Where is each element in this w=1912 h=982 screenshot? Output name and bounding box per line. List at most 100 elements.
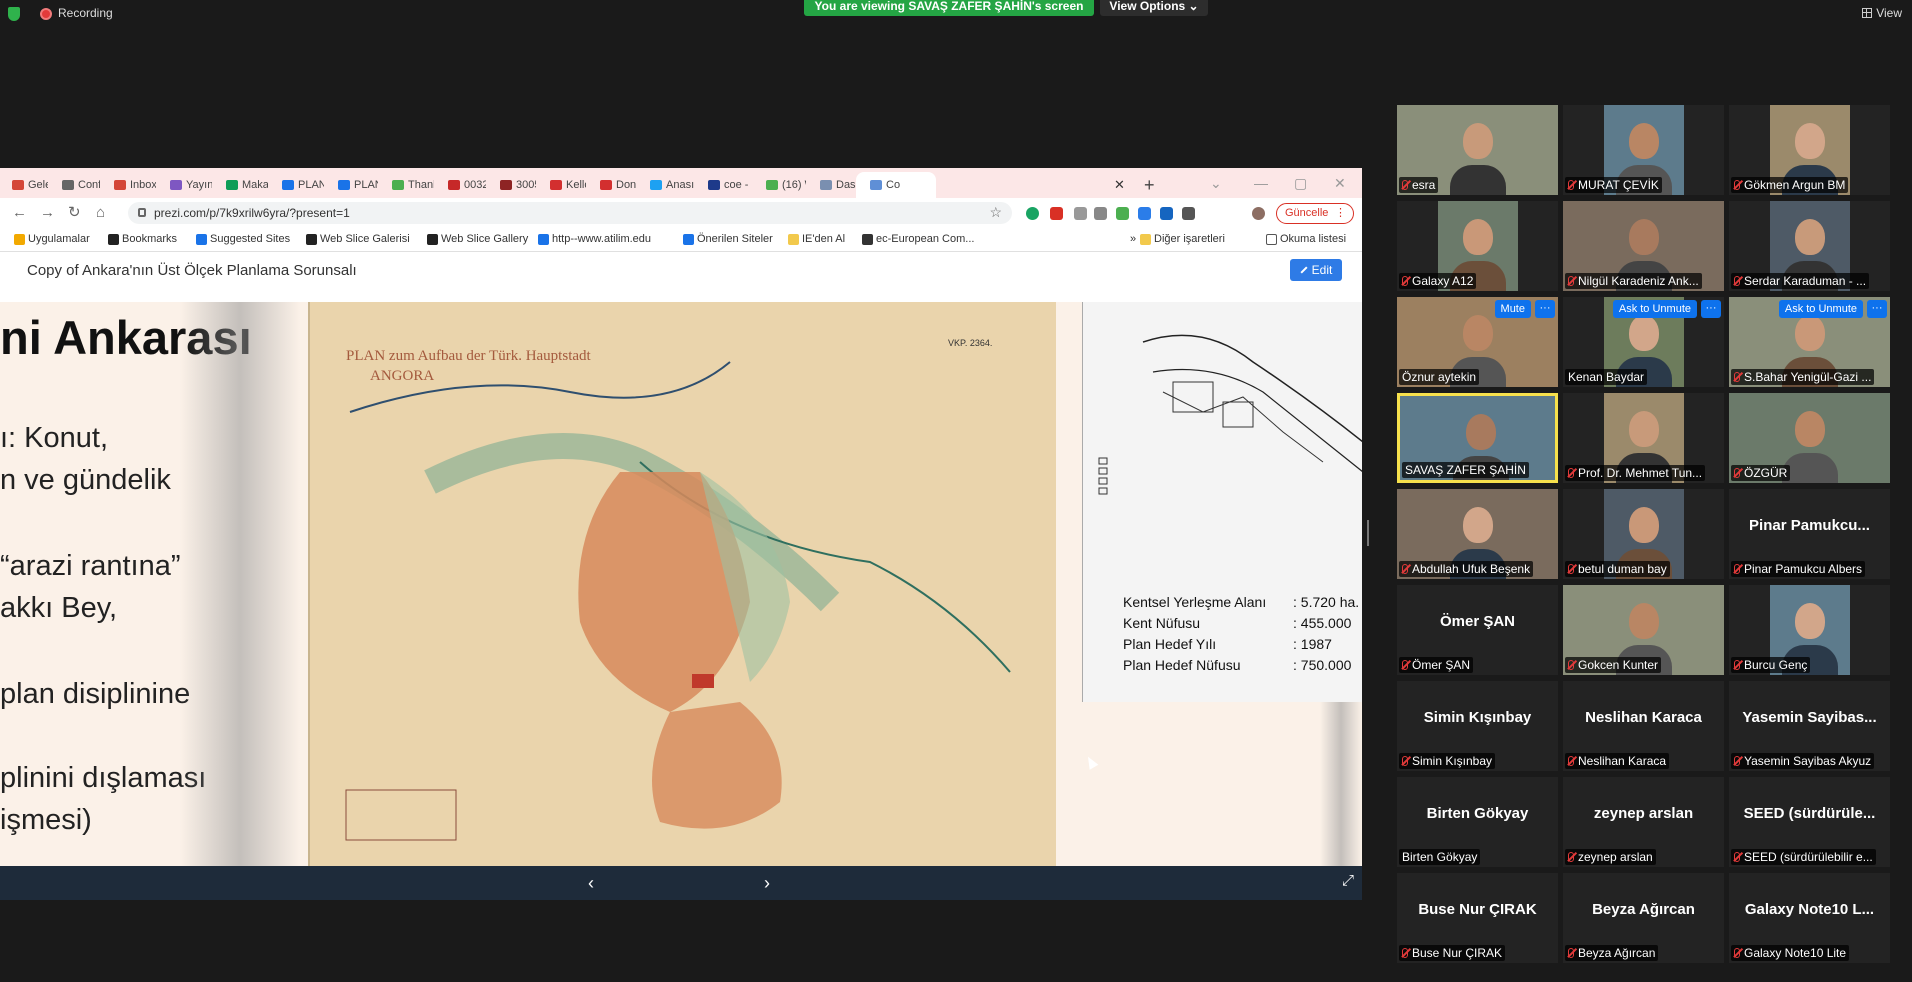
participant-tile[interactable]: Galaxy Note10 L... Galaxy Note10 Lite: [1729, 873, 1890, 963]
participant-tile[interactable]: Simin Kışınbay Simin Kışınbay: [1397, 681, 1558, 771]
next-slide-button[interactable]: ›: [764, 873, 770, 894]
browser-tab[interactable]: (16) W: [752, 172, 806, 198]
browser-tab[interactable]: Gelen: [0, 172, 48, 198]
browser-tab[interactable]: Dashb: [806, 172, 856, 198]
participant-tile[interactable]: MURAT ÇEVİK: [1563, 105, 1724, 195]
shield-icon[interactable]: [8, 7, 20, 21]
participant-name: Beyza Ağırcan: [1578, 946, 1656, 960]
browser-tab[interactable]: Thank: [378, 172, 434, 198]
new-tab-button[interactable]: +: [1144, 172, 1155, 198]
bookmark-item[interactable]: Uygulamalar: [14, 233, 90, 245]
split-view-handle[interactable]: [1367, 520, 1369, 546]
profile-avatar[interactable]: [1252, 207, 1265, 220]
participant-name-label: Ömer ŞAN: [1399, 657, 1474, 673]
participant-tile[interactable]: betul duman bay: [1563, 489, 1724, 579]
participant-tile[interactable]: ÖZGÜR: [1729, 393, 1890, 483]
participant-tile[interactable]: Birten Gökyay Birten Gökyay: [1397, 777, 1558, 867]
home-icon[interactable]: ⌂: [96, 204, 105, 222]
edit-button[interactable]: Edit: [1290, 259, 1342, 281]
bookmark-item[interactable]: Suggested Sites: [196, 233, 290, 245]
reload-icon[interactable]: ↻: [68, 204, 81, 222]
bookmark-item[interactable]: ec-European Com...: [862, 233, 974, 245]
extension-icon[interactable]: [1050, 207, 1063, 220]
bookmark-star-icon[interactable]: ☆: [989, 204, 1002, 221]
participant-tile[interactable]: Pinar Pamukcu... Pinar Pamukcu Albers: [1729, 489, 1890, 579]
browser-tab[interactable]: coe -: [694, 172, 752, 198]
bookmark-item[interactable]: Bookmarks: [108, 233, 177, 245]
view-layout-button[interactable]: View: [1862, 6, 1902, 20]
browser-tab[interactable]: Don't: [586, 172, 636, 198]
browser-tab[interactable]: PLAN: [268, 172, 324, 198]
browser-tab[interactable]: 3005: [486, 172, 536, 198]
puzzle-icon[interactable]: [1182, 207, 1195, 220]
cloud-icon[interactable]: [1138, 207, 1151, 220]
url-field[interactable]: prezi.com/p/7k9xrilw6yra/?present=1 ☆: [128, 202, 1012, 224]
tab-search-icon[interactable]: ⌄: [1210, 172, 1222, 194]
bookmark-item[interactable]: http--www.atilim.edu: [538, 233, 651, 245]
more-options-icon[interactable]: ···: [1535, 300, 1555, 318]
participant-tile[interactable]: SEED (sürdürüle... SEED (sürdürülebilir e…: [1729, 777, 1890, 867]
browser-tab[interactable]: Inbox: [100, 172, 156, 198]
participant-tile[interactable]: Prof. Dr. Mehmet Tun...: [1563, 393, 1724, 483]
mute-button[interactable]: Mute: [1494, 300, 1531, 318]
participant-tile[interactable]: esra: [1397, 105, 1558, 195]
more-options-icon[interactable]: ···: [1701, 300, 1721, 318]
bookmark-item[interactable]: IE'den Al: [788, 233, 845, 245]
view-options-button[interactable]: View Options ⌄: [1100, 0, 1208, 16]
browser-tab[interactable]: 00323: [434, 172, 486, 198]
participant-tile[interactable]: Yasemin Sayibas... Yasemin Sayibas Akyuz: [1729, 681, 1890, 771]
participant-name: Yasemin Sayibas Akyuz: [1744, 754, 1872, 768]
close-window-icon[interactable]: ✕: [1334, 172, 1346, 194]
update-button[interactable]: Güncelle ⋮: [1276, 203, 1354, 224]
recording-label[interactable]: Recording: [58, 6, 113, 20]
fullscreen-icon[interactable]: ⤢: [1342, 872, 1354, 889]
bookmark-item[interactable]: Web Slice Galerisi: [306, 233, 410, 245]
participant-tile[interactable]: Beyza Ağırcan Beyza Ağırcan: [1563, 873, 1724, 963]
participant-tile[interactable]: SAVAŞ ZAFER ŞAHİN: [1397, 393, 1558, 483]
participant-tile[interactable]: S.Bahar Yenigül-Gazi ... Ask to Unmute ···: [1729, 297, 1890, 387]
reading-list[interactable]: Okuma listesi: [1266, 233, 1346, 245]
participant-tile[interactable]: Nilgül Karadeniz Ank...: [1563, 201, 1724, 291]
participant-head: [1462, 315, 1493, 351]
browser-tab[interactable]: Yayın: [156, 172, 212, 198]
back-icon[interactable]: ←: [12, 204, 27, 222]
browser-tab-strip: ✕ + ⌄ — ▢ ✕ Gelen Confe Inbox Yayın Makal PLA…: [0, 168, 1362, 198]
participant-tile[interactable]: Gökmen Argun BM: [1729, 105, 1890, 195]
maximize-icon[interactable]: ▢: [1294, 172, 1307, 194]
extension-icon[interactable]: [1160, 207, 1173, 220]
participant-tile[interactable]: Kenan Baydar Ask to Unmute ···: [1563, 297, 1724, 387]
bookmarks-more[interactable]: »: [1116, 233, 1136, 245]
participant-tile[interactable]: Serdar Karaduman - ...: [1729, 201, 1890, 291]
browser-tab[interactable]: Kellog: [536, 172, 586, 198]
browser-tab[interactable]: Anası: [636, 172, 694, 198]
participant-tile[interactable]: Ömer ŞAN Ömer ŞAN: [1397, 585, 1558, 675]
more-options-icon[interactable]: ···: [1867, 300, 1887, 318]
browser-tab[interactable]: Co: [856, 172, 936, 198]
tab-favicon-icon: [708, 180, 720, 190]
extension-icon[interactable]: [1074, 207, 1087, 220]
tab-label: Thank: [408, 179, 434, 191]
grammarly-icon[interactable]: [1026, 207, 1039, 220]
participant-tile[interactable]: Gokcen Kunter: [1563, 585, 1724, 675]
participant-tile[interactable]: Burcu Genç: [1729, 585, 1890, 675]
extension-icon[interactable]: [1094, 207, 1107, 220]
participant-tile[interactable]: Buse Nur ÇIRAK Buse Nur ÇIRAK: [1397, 873, 1558, 963]
forward-icon[interactable]: →: [40, 204, 55, 222]
previous-slide-button[interactable]: ‹: [588, 873, 594, 894]
bookmark-item[interactable]: Önerilen Siteler: [683, 233, 773, 245]
participant-tile[interactable]: Neslihan Karaca Neslihan Karaca: [1563, 681, 1724, 771]
participant-tile[interactable]: zeynep arslan zeynep arslan: [1563, 777, 1724, 867]
ask-to-unmute-button[interactable]: Ask to Unmute: [1612, 300, 1697, 318]
close-tab-icon[interactable]: ✕: [1114, 172, 1125, 198]
minimize-icon[interactable]: —: [1254, 172, 1268, 194]
other-bookmarks[interactable]: Diğer işaretleri: [1140, 233, 1225, 245]
bookmark-item[interactable]: Web Slice Gallery: [427, 233, 528, 245]
browser-tab[interactable]: Makal: [212, 172, 268, 198]
participant-tile[interactable]: Galaxy A12: [1397, 201, 1558, 291]
extension-icon[interactable]: [1116, 207, 1129, 220]
browser-tab[interactable]: PLAN: [324, 172, 378, 198]
participant-tile[interactable]: Abdullah Ufuk Beşenk: [1397, 489, 1558, 579]
ask-to-unmute-button[interactable]: Ask to Unmute: [1778, 300, 1863, 318]
participant-tile[interactable]: Öznur aytekin Mute ···: [1397, 297, 1558, 387]
browser-tab[interactable]: Confe: [48, 172, 100, 198]
